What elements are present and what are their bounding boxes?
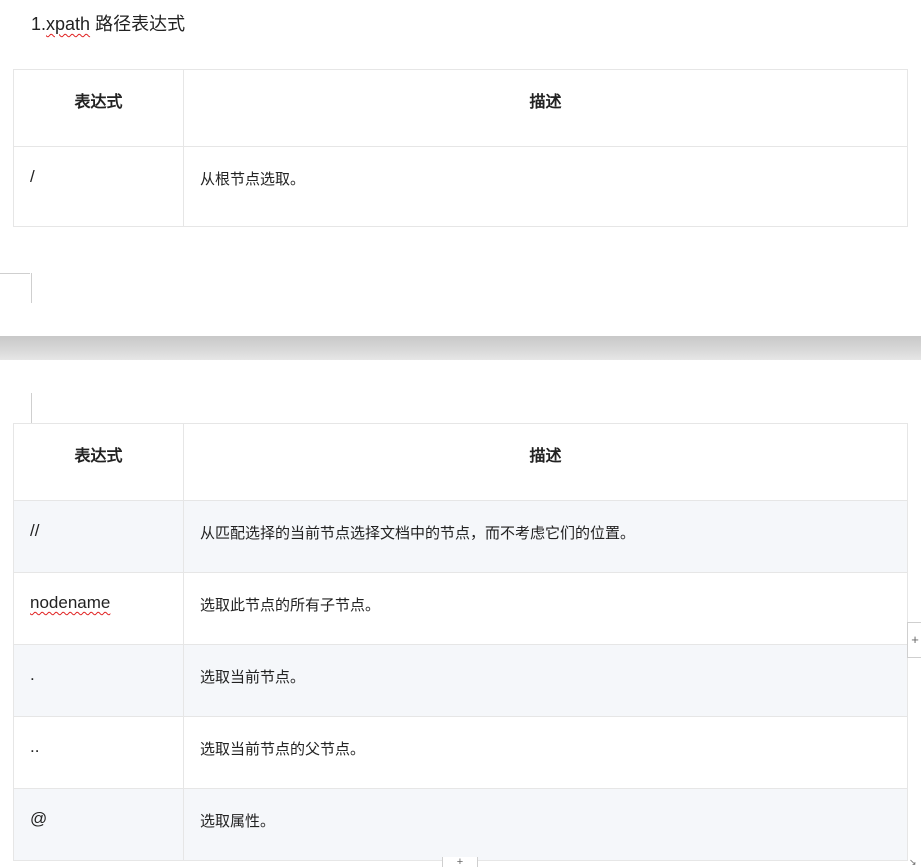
heading-number: 1. bbox=[31, 14, 47, 34]
table-header-row: 表达式 描述 bbox=[13, 69, 908, 147]
cell-description[interactable]: 选取属性。 bbox=[183, 788, 908, 861]
paragraph-corner-mark bbox=[0, 273, 32, 303]
page-separator bbox=[0, 336, 921, 360]
header-expression[interactable]: 表达式 bbox=[13, 69, 184, 147]
header-description[interactable]: 描述 bbox=[183, 69, 908, 147]
xpath-table-1: 表达式 描述 / 从根节点选取。 bbox=[13, 69, 908, 227]
cell-expression[interactable]: .. bbox=[13, 716, 184, 789]
header-expression[interactable]: 表达式 bbox=[13, 423, 184, 501]
cell-expression[interactable]: // bbox=[13, 500, 184, 573]
table-row: . 选取当前节点。 bbox=[13, 644, 908, 717]
paragraph-corner-mark bbox=[0, 393, 32, 423]
add-row-button[interactable]: + bbox=[907, 622, 921, 658]
cell-description[interactable]: 选取当前节点的父节点。 bbox=[183, 716, 908, 789]
xpath-table-2: 表达式 描述 // 从匹配选择的当前节点选择文档中的节点，而不考虑它们的位置。 … bbox=[13, 423, 908, 861]
section-heading[interactable]: 1.xpath 路径表达式 bbox=[31, 10, 185, 36]
cell-description[interactable]: 从根节点选取。 bbox=[183, 146, 908, 227]
header-description[interactable]: 描述 bbox=[183, 423, 908, 501]
cell-description[interactable]: 选取当前节点。 bbox=[183, 644, 908, 717]
cell-description[interactable]: 选取此节点的所有子节点。 bbox=[183, 572, 908, 645]
heading-text: 路径表达式 bbox=[90, 14, 186, 34]
heading-term: xpath bbox=[46, 14, 91, 34]
cell-expression[interactable]: @ bbox=[13, 788, 184, 861]
table-header-row: 表达式 描述 bbox=[13, 423, 908, 501]
table-resize-handle[interactable]: ↘ bbox=[909, 857, 919, 867]
cell-expression-text: nodename bbox=[30, 593, 111, 612]
table-row: .. 选取当前节点的父节点。 bbox=[13, 716, 908, 789]
cell-expression[interactable]: . bbox=[13, 644, 184, 717]
plus-icon: + bbox=[911, 632, 919, 647]
cell-expression[interactable]: / bbox=[13, 146, 184, 227]
resize-icon: ↘ bbox=[909, 857, 917, 867]
add-column-button[interactable]: + bbox=[442, 857, 478, 867]
table-row: nodename 选取此节点的所有子节点。 bbox=[13, 572, 908, 645]
plus-icon: + bbox=[456, 857, 464, 867]
table-row: / 从根节点选取。 bbox=[13, 146, 908, 227]
cell-expression[interactable]: nodename bbox=[13, 572, 184, 645]
cell-description[interactable]: 从匹配选择的当前节点选择文档中的节点，而不考虑它们的位置。 bbox=[183, 500, 908, 573]
table-row: @ 选取属性。 bbox=[13, 788, 908, 861]
table-row: // 从匹配选择的当前节点选择文档中的节点，而不考虑它们的位置。 bbox=[13, 500, 908, 573]
